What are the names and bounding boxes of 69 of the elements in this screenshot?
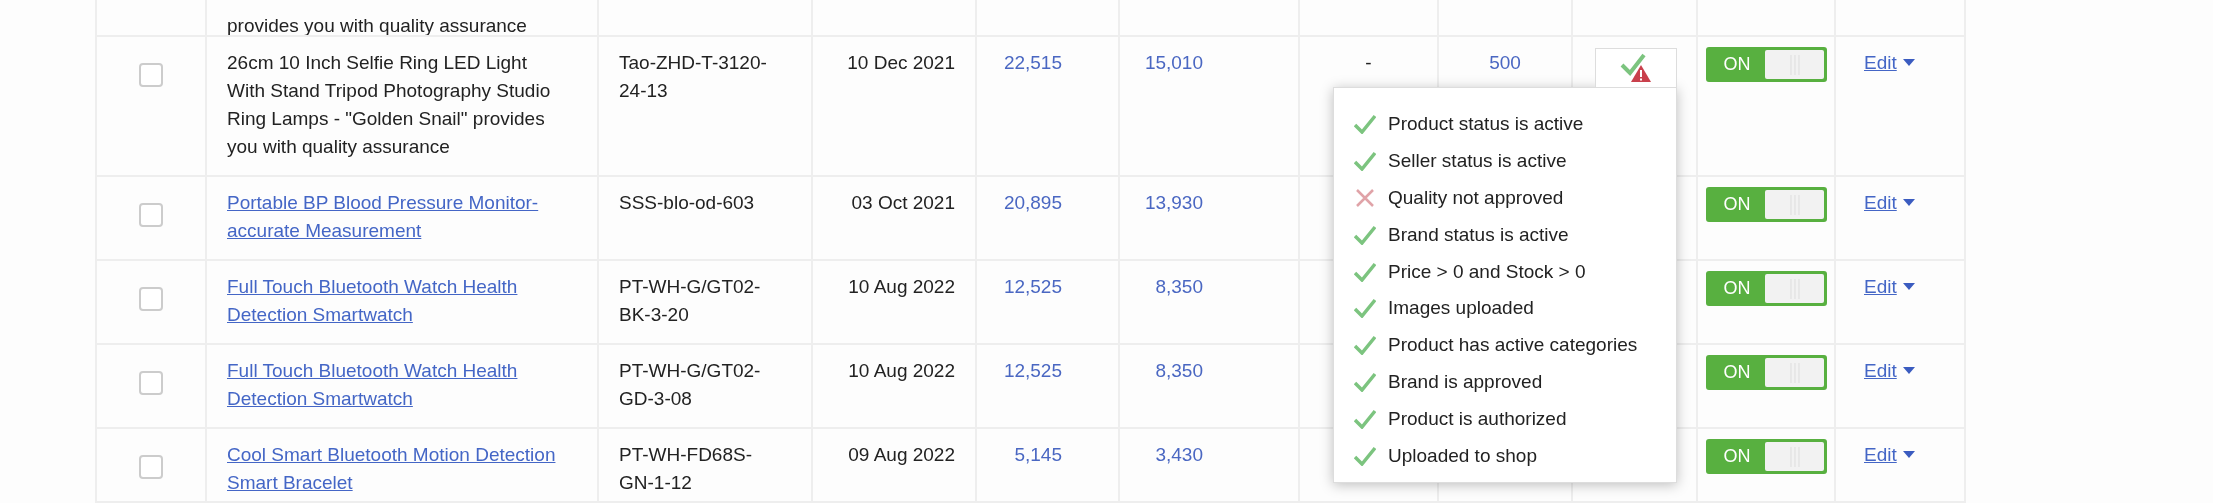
product-link[interactable]: Portable BP Blood Pressure Monitor-accurate Measurement [227,189,557,245]
check-icon [1354,261,1376,282]
edit-link[interactable]: Edit [1864,49,1897,77]
on-off-toggle[interactable]: ON [1706,47,1827,82]
on-off-toggle[interactable]: ON [1706,187,1827,222]
caret-icon [1902,367,1915,374]
status-text: Quality not approved [1388,187,1564,209]
edit-link[interactable]: Edit [1864,441,1897,469]
status-text: Price > 0 and Stock > 0 [1388,260,1586,283]
row-checkbox[interactable] [139,371,163,395]
row-checkbox[interactable] [139,203,163,227]
date-text: 10 Aug 2022 [848,360,955,381]
dash-text: - [1365,52,1372,73]
date-text: 03 Oct 2021 [851,192,955,213]
number-text: 12,525 [1003,360,1062,381]
number-text: 5,145 [1014,444,1062,465]
check-icon [1354,224,1376,245]
number-text: 8,350 [1155,360,1203,381]
sku-text: SSS-blo-od-603 [619,192,755,213]
number-text: 12,525 [1003,276,1062,297]
number-text: 15,010 [1144,52,1203,73]
status-text: Brand status is active [1388,223,1569,246]
cross-icon [1354,188,1376,208]
caret-icon [1902,451,1915,458]
edit-link[interactable]: Edit [1864,357,1897,385]
caret-icon [1902,283,1915,290]
date-text: 09 Aug 2022 [848,444,955,465]
status-text: Product status is active [1388,113,1584,136]
check-icon [1354,114,1376,135]
sku-text: PT-WH-G/GT02-GD-3-08 [619,360,761,409]
stock-text: 500 [1489,52,1521,73]
number-text: 8,350 [1155,276,1203,297]
row-checkbox[interactable] [139,63,163,87]
on-off-toggle[interactable]: ON [1706,271,1827,306]
status-trigger[interactable] [1595,48,1677,87]
row-checkbox[interactable] [139,455,163,479]
caret-icon [1902,59,1915,66]
check-icon [1354,408,1376,429]
sku-text: PT-WH-G/GT02-BK-3-20 [619,276,761,325]
number-text: 22,515 [1003,52,1062,73]
status-text: Uploaded to shop [1388,444,1537,467]
edit-link[interactable]: Edit [1864,189,1897,217]
product-link[interactable]: Full Touch Bluetooth Watch Health Detection Smartwatch [227,273,557,329]
date-text: 10 Aug 2022 [848,276,955,297]
product-name: 26cm 10 Inch Selfie Ring LED Light With Stand Tripod Photography Studio Ring Lamps - "Golden Snail" provides you with quality assurance [227,51,552,159]
caret-icon [1902,199,1915,206]
status-text: Product has active categories [1388,334,1638,357]
edit-link[interactable]: Edit [1864,273,1897,301]
number-text: 13,930 [1144,192,1203,213]
sku-text: PT-WH-FD68S-GN-1-12 [619,444,752,493]
status-text: Brand is approved [1388,370,1543,393]
check-warning-icon [1618,53,1654,83]
check-icon [1354,445,1376,466]
status-text: Images uploaded [1388,297,1534,320]
number-text: 20,895 [1003,192,1062,213]
row-checkbox[interactable] [139,287,163,311]
check-icon [1354,298,1376,319]
on-off-toggle[interactable]: ON [1706,439,1827,474]
status-text: Product is authorized [1388,407,1567,430]
sku-text: Tao-ZHD-T-3120-24-13 [619,52,767,101]
number-text: 3,430 [1155,444,1203,465]
check-icon [1354,371,1376,392]
check-icon [1354,335,1376,356]
check-icon [1354,151,1376,172]
product-link[interactable]: Full Touch Bluetooth Watch Health Detection Smartwatch [227,357,557,413]
product-link[interactable]: Cool Smart Bluetooth Motion Detection Smart Bracelet [227,441,557,497]
on-off-toggle[interactable]: ON [1706,355,1827,390]
date-text: 10 Dec 2021 [847,52,955,73]
status-text: Seller status is active [1388,150,1567,173]
